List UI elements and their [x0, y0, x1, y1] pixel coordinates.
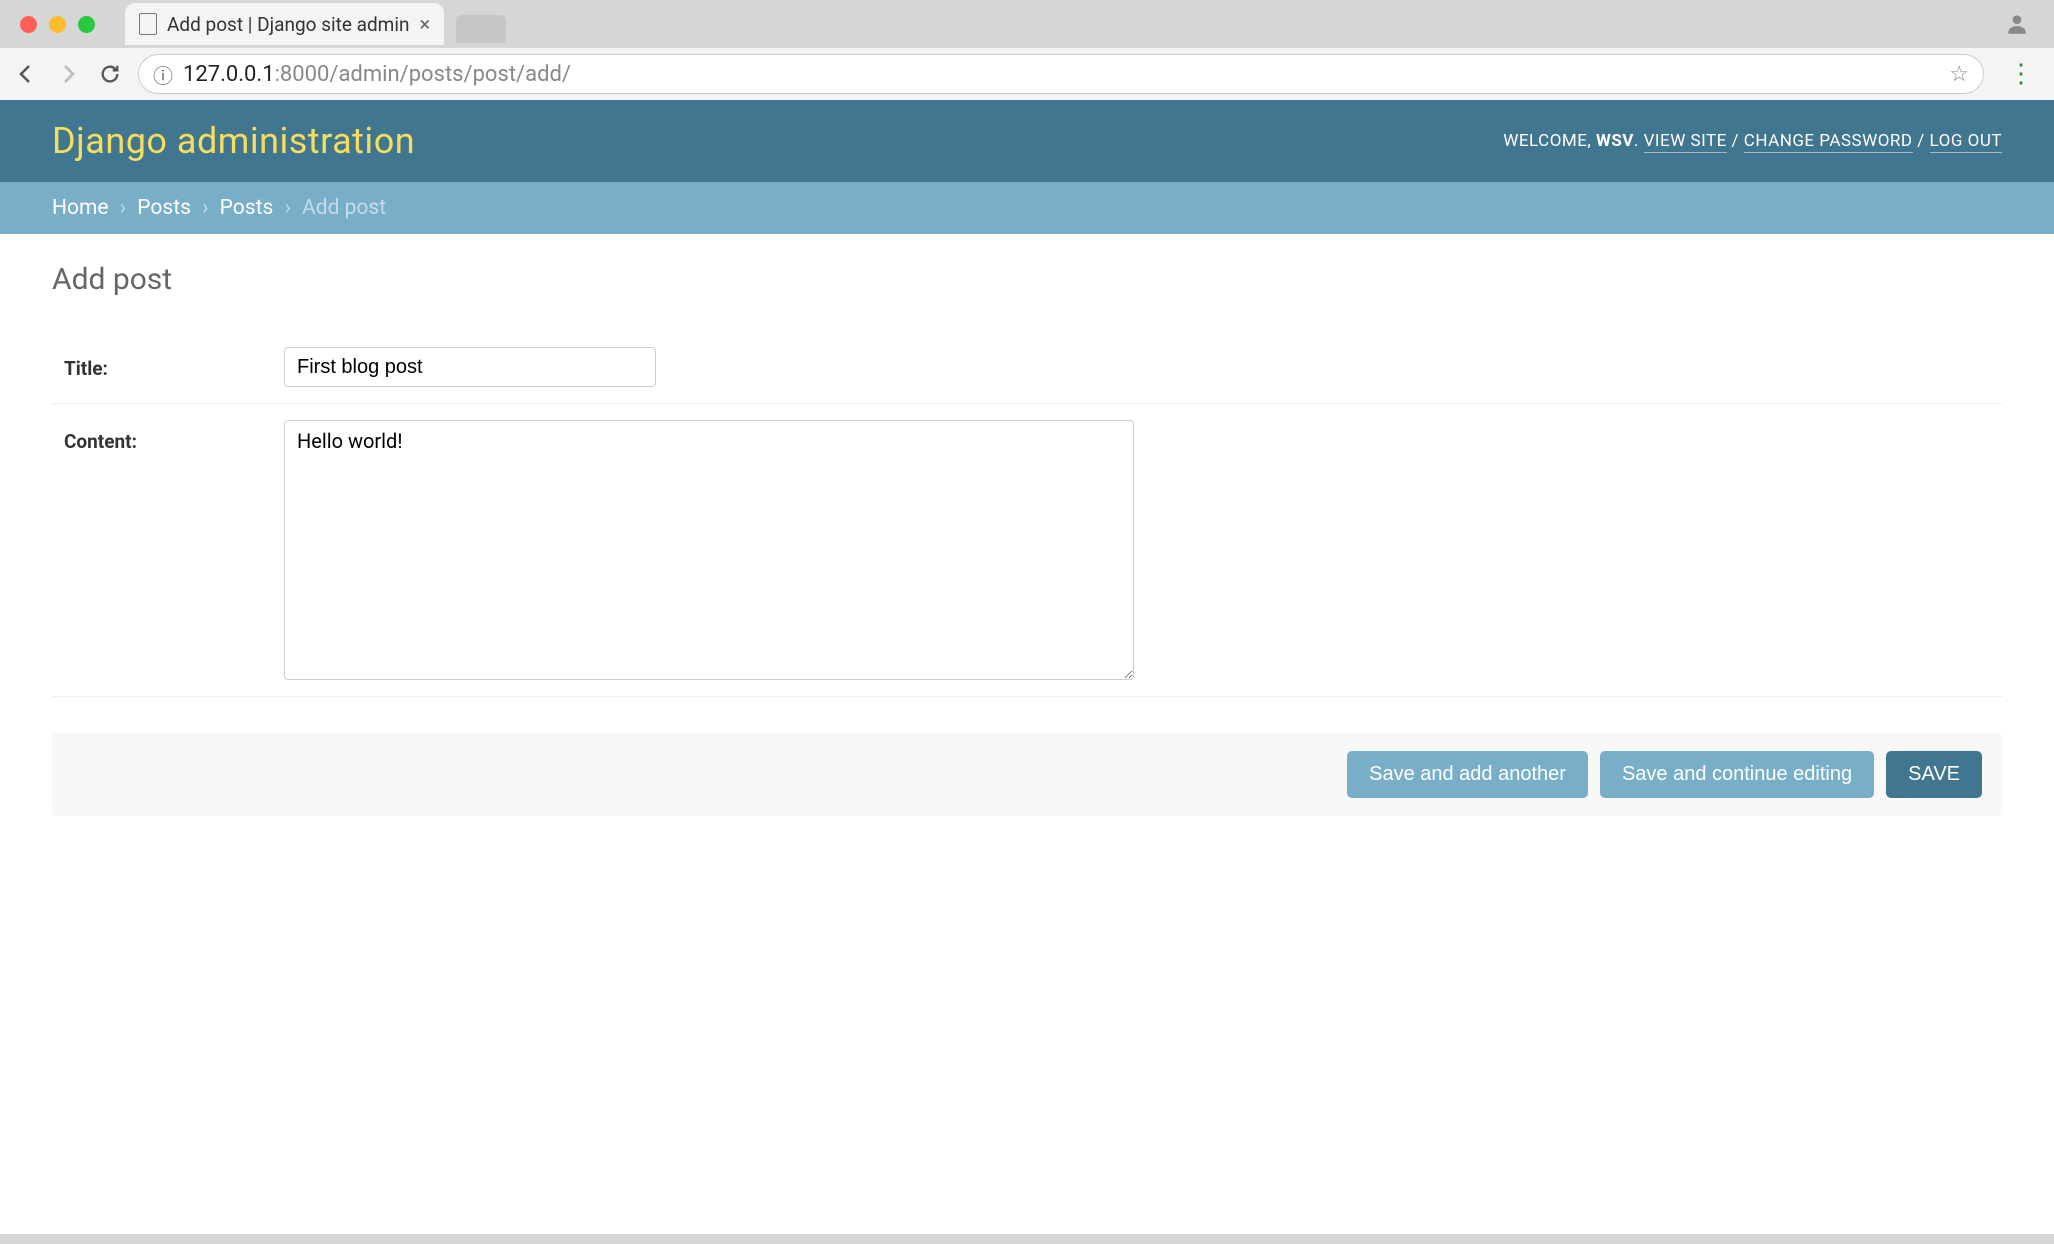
- breadcrumb-sep: ›: [196, 196, 214, 220]
- breadcrumb-model[interactable]: Posts: [220, 196, 274, 220]
- url-text: 127.0.0.1:8000/admin/posts/post/add/: [183, 62, 571, 87]
- sep: .: [1634, 131, 1644, 151]
- breadcrumb-home[interactable]: Home: [52, 196, 109, 220]
- tab-title: Add post | Django site admin: [167, 13, 409, 36]
- content-textarea[interactable]: Hello world!: [284, 420, 1134, 680]
- page-title: Add post: [52, 262, 2002, 297]
- breadcrumb: Home › Posts › Posts › Add post: [0, 182, 2054, 234]
- save-button[interactable]: SAVE: [1886, 751, 1982, 798]
- window-controls: [12, 16, 109, 33]
- tab-row: Add post | Django site admin ×: [0, 0, 2054, 48]
- profile-icon[interactable]: [2004, 11, 2030, 37]
- site-title: Django administration: [52, 120, 415, 162]
- bookmark-icon[interactable]: ☆: [1949, 62, 1969, 87]
- change-password-link[interactable]: CHANGE PASSWORD: [1744, 131, 1913, 153]
- page-icon: [139, 13, 157, 35]
- logout-link[interactable]: LOG OUT: [1930, 131, 2002, 153]
- content-label: Content:: [52, 420, 284, 680]
- breadcrumb-current: Add post: [302, 196, 386, 220]
- username: WSV: [1596, 131, 1634, 151]
- browser-menu-icon[interactable]: ⋮: [1998, 59, 2042, 89]
- save-continue-button[interactable]: Save and continue editing: [1600, 751, 1874, 798]
- form-row-title: Title:: [52, 331, 2002, 404]
- breadcrumb-sep: ›: [114, 196, 132, 220]
- url-host: 127.0.0.1: [183, 62, 275, 87]
- forward-button[interactable]: [54, 60, 82, 88]
- save-add-another-button[interactable]: Save and add another: [1347, 751, 1588, 798]
- form-row-content: Content: Hello world!: [52, 404, 2002, 697]
- welcome-text: WELCOME,: [1503, 131, 1596, 151]
- view-site-link[interactable]: VIEW SITE: [1644, 131, 1727, 153]
- back-button[interactable]: [12, 60, 40, 88]
- site-info-icon[interactable]: ⓘ: [153, 60, 173, 89]
- content-main: Add post Title: Content: Hello world! Sa…: [0, 234, 2054, 1234]
- submit-row: Save and add another Save and continue e…: [52, 733, 2002, 816]
- tab-close-icon[interactable]: ×: [419, 12, 430, 36]
- sep: /: [1727, 131, 1744, 151]
- window-minimize-icon[interactable]: [49, 16, 66, 33]
- url-path: :8000/admin/posts/post/add/: [275, 62, 571, 87]
- window-close-icon[interactable]: [20, 16, 37, 33]
- title-label: Title:: [52, 347, 284, 387]
- browser-tab[interactable]: Add post | Django site admin ×: [125, 3, 444, 45]
- title-input[interactable]: [284, 347, 656, 387]
- reload-button[interactable]: [96, 60, 124, 88]
- user-tools: WELCOME, WSV. VIEW SITE / CHANGE PASSWOR…: [1503, 131, 2002, 151]
- nav-toolbar: ⓘ 127.0.0.1:8000/admin/posts/post/add/ ☆…: [0, 48, 2054, 100]
- browser-chrome: Add post | Django site admin × ⓘ 127.0.0…: [0, 0, 2054, 100]
- breadcrumb-app[interactable]: Posts: [137, 196, 191, 220]
- window-maximize-icon[interactable]: [78, 16, 95, 33]
- address-bar[interactable]: ⓘ 127.0.0.1:8000/admin/posts/post/add/ ☆: [138, 54, 1984, 94]
- sep: /: [1913, 131, 1930, 151]
- django-header: Django administration WELCOME, WSV. VIEW…: [0, 100, 2054, 182]
- breadcrumb-sep: ›: [279, 196, 297, 220]
- new-tab-button[interactable]: [456, 15, 506, 43]
